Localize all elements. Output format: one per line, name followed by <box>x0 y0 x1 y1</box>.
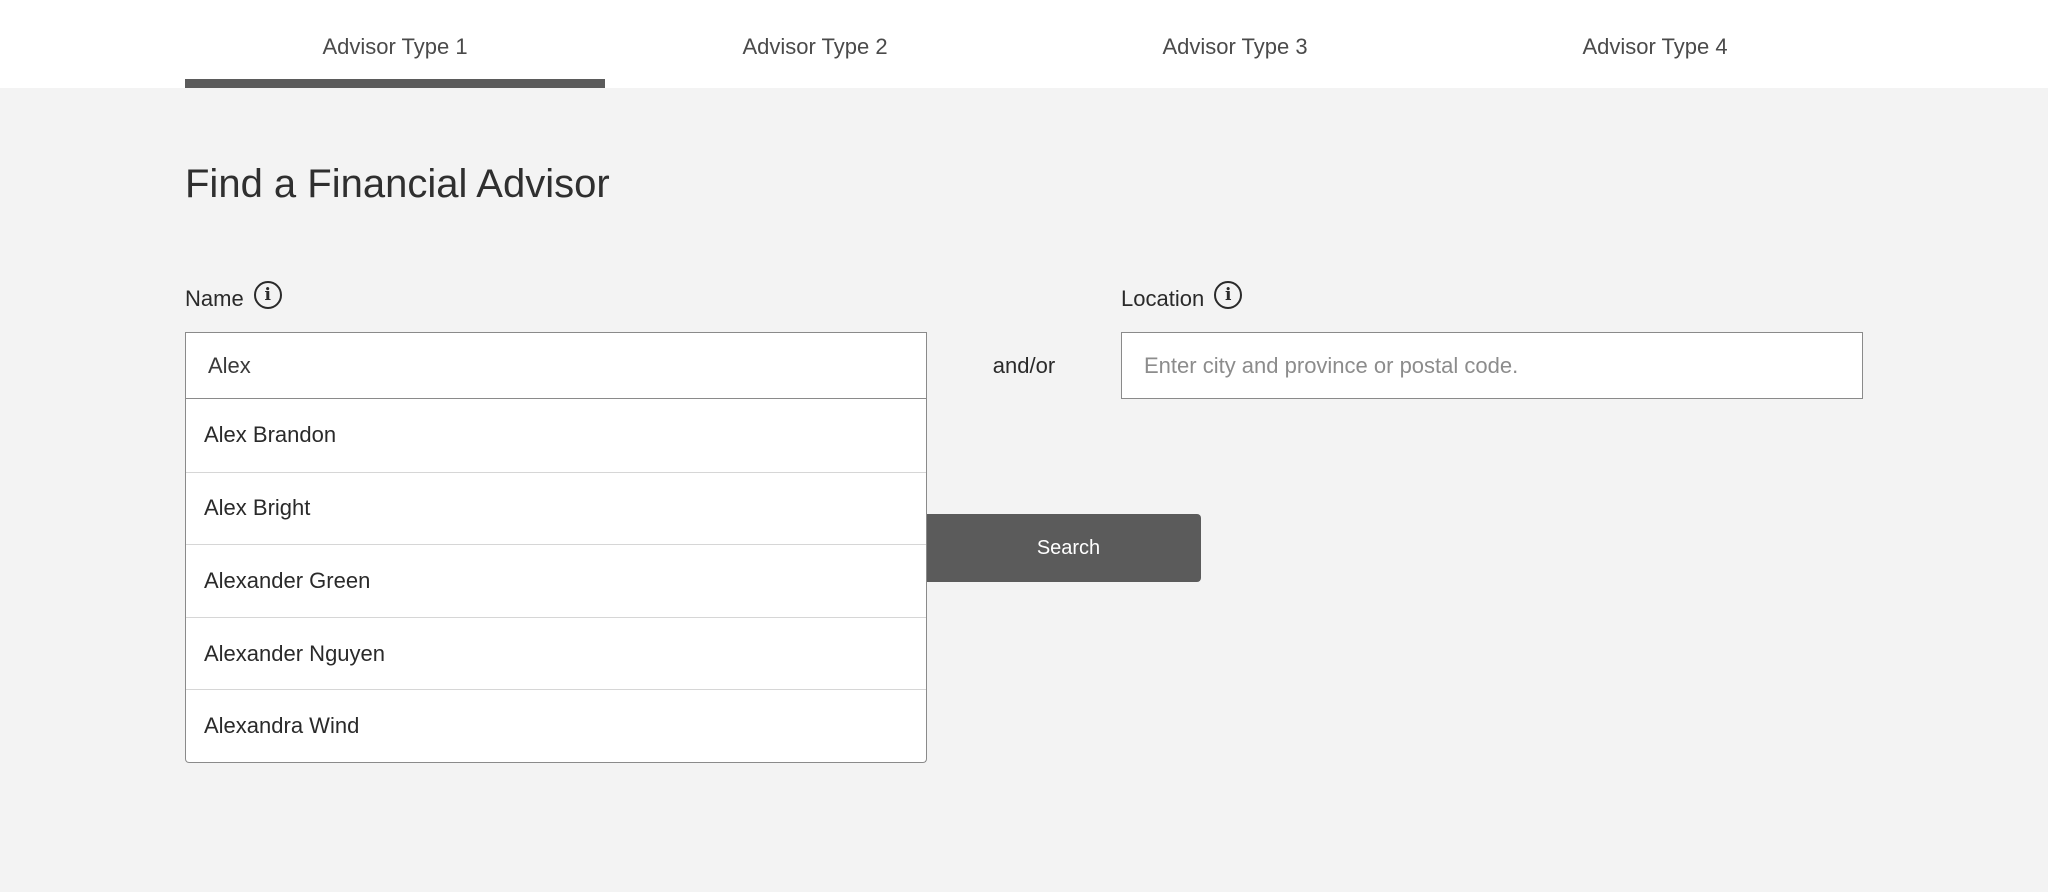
suggestion-item[interactable]: Alex Brandon <box>186 399 926 472</box>
active-tab-indicator <box>185 79 605 88</box>
suggestion-item[interactable]: Alexander Nguyen <box>186 616 926 690</box>
advisor-type-tabbar: Advisor Type 1 Advisor Type 2 Advisor Ty… <box>0 0 2048 88</box>
tab-label: Advisor Type 4 <box>1582 34 1728 59</box>
tab-label: Advisor Type 1 <box>322 34 468 59</box>
suggestion-item[interactable]: Alex Bright <box>186 471 926 545</box>
location-field-label: Location i <box>1121 281 1243 316</box>
tab-advisor-type-4[interactable]: Advisor Type 4 <box>1445 0 1865 88</box>
tab-advisor-type-1[interactable]: Advisor Type 1 <box>185 0 605 88</box>
suggestion-item[interactable]: Alexander Green <box>186 544 926 617</box>
name-label-text: Name <box>185 286 244 311</box>
name-suggestions-dropdown: Alex Brandon Alex Bright Alexander Green… <box>185 399 927 763</box>
info-icon[interactable]: i <box>253 281 282 309</box>
search-button[interactable]: Search <box>906 514 1201 582</box>
name-input[interactable] <box>185 332 927 399</box>
page-title: Find a Financial Advisor <box>185 162 610 206</box>
location-input[interactable] <box>1121 332 1863 399</box>
name-field-label: Name i <box>185 281 282 316</box>
tab-indicator <box>605 79 1025 88</box>
tab-advisor-type-2[interactable]: Advisor Type 2 <box>605 0 1025 88</box>
info-icon[interactable]: i <box>1214 281 1243 309</box>
tab-indicator <box>1025 79 1445 88</box>
tab-label: Advisor Type 3 <box>1162 34 1308 59</box>
location-label-text: Location <box>1121 286 1205 311</box>
tab-advisor-type-3[interactable]: Advisor Type 3 <box>1025 0 1445 88</box>
and-or-separator: and/or <box>992 352 1056 378</box>
suggestion-item[interactable]: Alexandra Wind <box>186 689 926 762</box>
tab-label: Advisor Type 2 <box>742 34 888 59</box>
tab-indicator <box>1445 79 1865 88</box>
